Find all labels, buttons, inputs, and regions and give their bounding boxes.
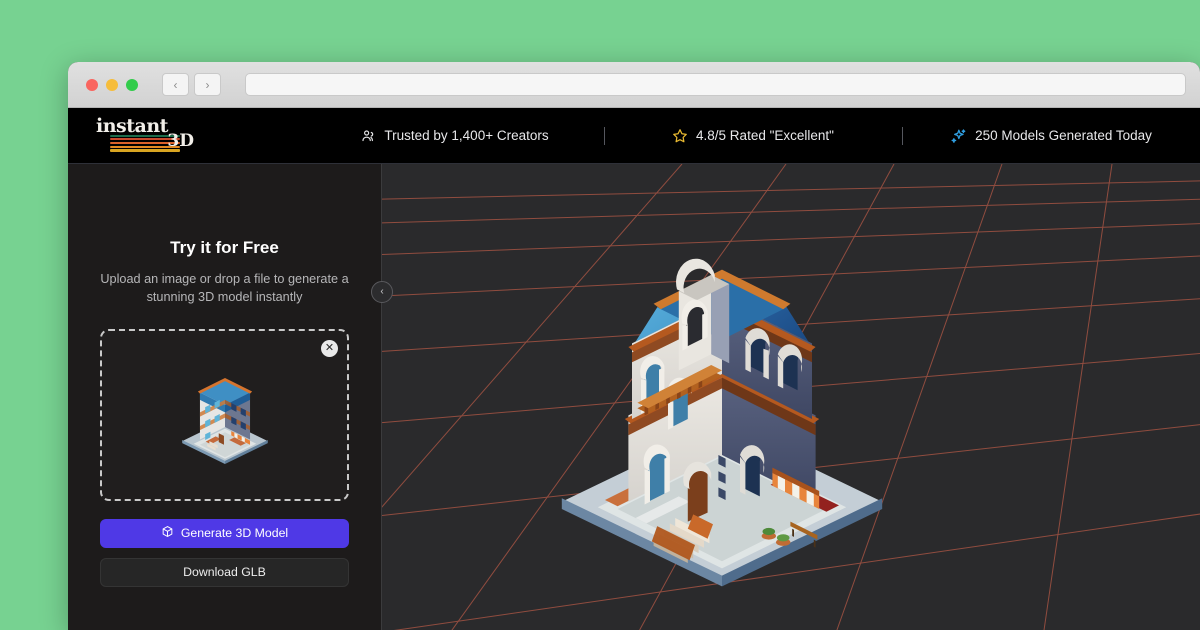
- uploaded-image-thumbnail: [172, 355, 278, 475]
- page-title: Try it for Free: [170, 238, 279, 257]
- site-header: instant 3D Trusted by 1,400+ Creators 4.…: [68, 108, 1200, 164]
- remove-image-button[interactable]: ✕: [321, 339, 338, 357]
- browser-toolbar: ‹ ›: [68, 62, 1200, 108]
- close-window-button[interactable]: [86, 78, 98, 91]
- generate-3d-model-button[interactable]: Generate 3D Model: [100, 518, 349, 548]
- upload-sidebar: Try it for Free Upload an image or drop …: [68, 164, 382, 630]
- browser-window: ‹ › instant 3D Trusted by 1,400+ Creator…: [68, 62, 1200, 630]
- minimize-window-button[interactable]: [106, 78, 118, 91]
- logo-suffix: 3D: [167, 130, 194, 151]
- navigation-buttons: ‹ ›: [162, 73, 221, 96]
- stat-trusted-creators: Trusted by 1,400+ Creators: [306, 128, 604, 143]
- address-bar[interactable]: [245, 73, 1186, 96]
- download-glb-button[interactable]: Download GLB: [100, 557, 349, 587]
- page-subtitle: Upload an image or drop a file to genera…: [100, 272, 349, 305]
- stat-rating: 4.8/5 Rated "Excellent": [604, 128, 902, 144]
- traffic-lights: [80, 78, 138, 91]
- header-stats: Trusted by 1,400+ Creators 4.8/5 Rated "…: [306, 127, 1200, 144]
- forward-button[interactable]: ›: [194, 73, 221, 96]
- chevron-left-icon: ‹: [380, 286, 384, 297]
- button-label: Download GLB: [183, 565, 266, 580]
- logo[interactable]: instant 3D: [68, 114, 306, 155]
- app-body: Try it for Free Upload an image or drop …: [68, 164, 1200, 630]
- button-label: Generate 3D Model: [180, 526, 289, 541]
- stat-models-today: 250 Models Generated Today: [902, 127, 1200, 144]
- collapse-sidebar-button[interactable]: ‹: [371, 281, 393, 303]
- sparkle-icon: [950, 127, 967, 144]
- cube-icon: [161, 525, 174, 541]
- model-viewport[interactable]: [382, 164, 1200, 630]
- logo-wordmark: instant: [96, 114, 168, 137]
- stat-label: 250 Models Generated Today: [975, 128, 1152, 143]
- generated-3d-model[interactable]: [542, 239, 902, 599]
- stat-label: Trusted by 1,400+ Creators: [384, 128, 549, 143]
- users-icon: [361, 128, 376, 143]
- logo-mark: instant 3D: [96, 114, 194, 155]
- file-dropzone[interactable]: ✕: [100, 328, 349, 501]
- stat-label: 4.8/5 Rated "Excellent": [696, 128, 834, 143]
- star-icon: [672, 128, 688, 144]
- maximize-window-button[interactable]: [126, 78, 138, 91]
- back-button[interactable]: ‹: [162, 73, 189, 96]
